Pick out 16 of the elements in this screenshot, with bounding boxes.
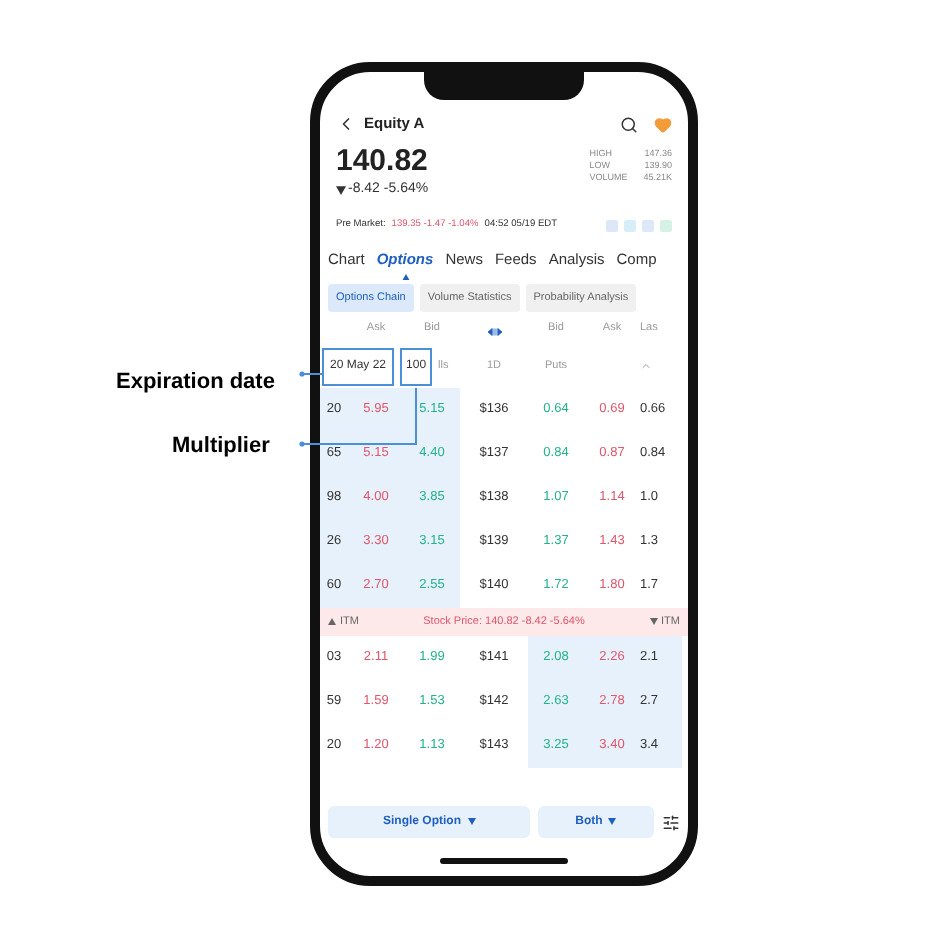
down-triangle-icon — [649, 618, 658, 626]
annotation-label: Multiplier — [172, 432, 270, 462]
caret-icon — [467, 818, 475, 826]
annotation-label: Expiration date — [116, 368, 275, 398]
expand-icon[interactable] — [487, 328, 501, 336]
leader-line — [299, 371, 325, 377]
stock-price: 140.82 — [336, 144, 429, 180]
tab-indicator-icon — [401, 273, 410, 280]
heart-icon[interactable] — [654, 115, 672, 133]
home-indicator — [440, 857, 568, 863]
caret-icon — [608, 818, 617, 826]
search-icon[interactable] — [620, 115, 638, 133]
filter-icon[interactable] — [662, 813, 680, 831]
chevron-up-icon[interactable] — [640, 360, 652, 372]
leader-line — [299, 387, 417, 447]
up-triangle-icon — [328, 618, 336, 626]
